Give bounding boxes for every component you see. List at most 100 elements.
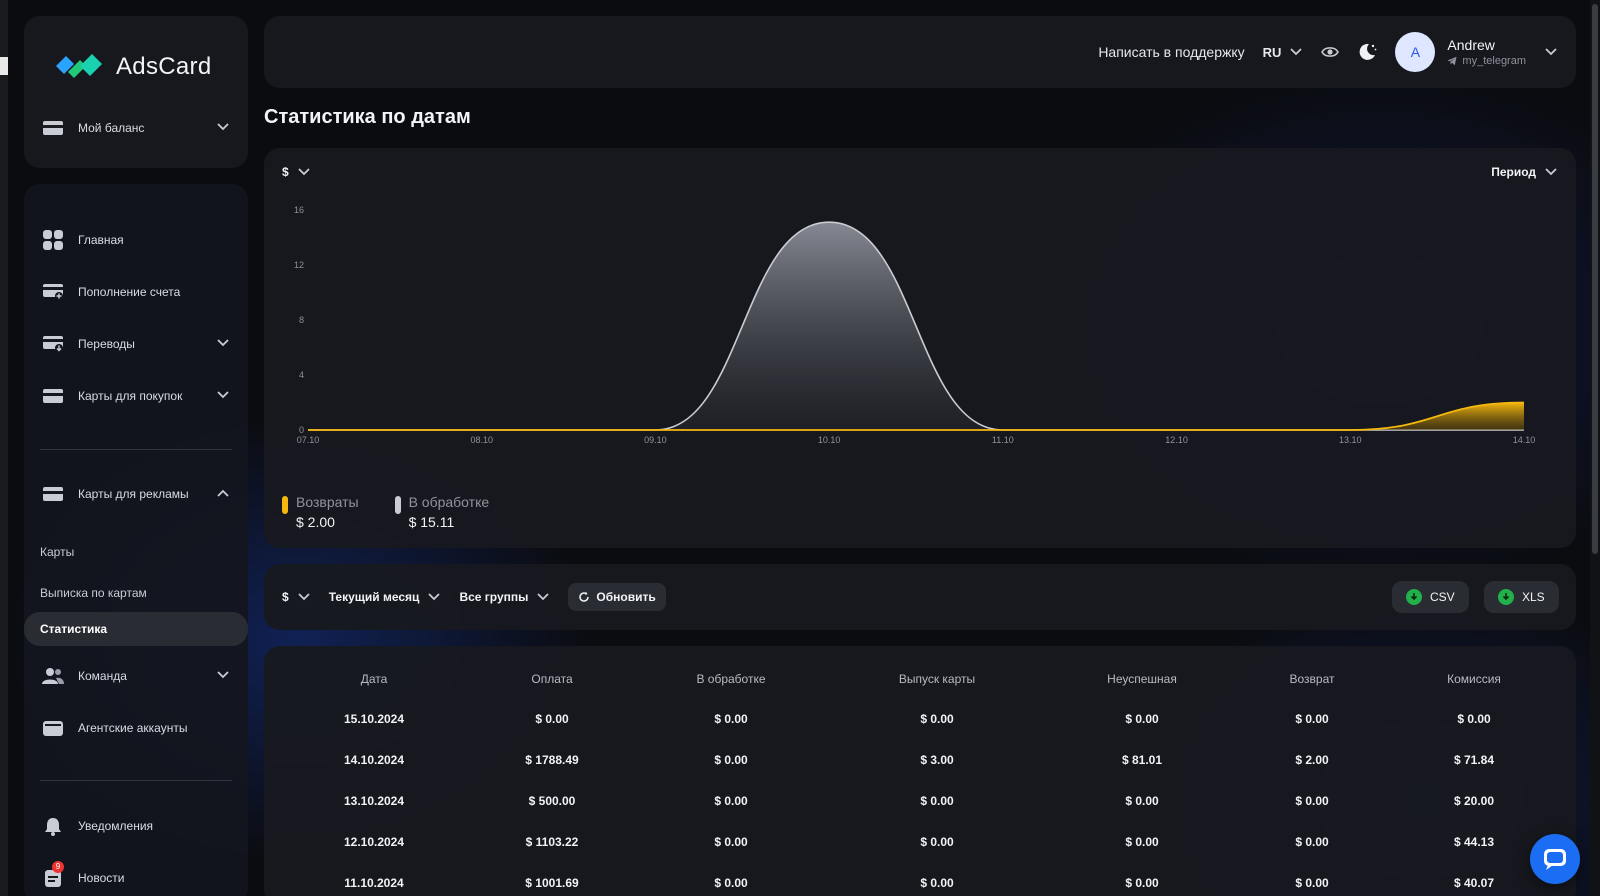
groups-filter[interactable]: Все группы <box>459 590 550 604</box>
sidebar-item-ad-cards[interactable]: Карты для рекламы <box>40 474 232 514</box>
cell: $ 0.00 <box>1295 793 1329 808</box>
cell: $ 3.00 <box>920 752 954 767</box>
sidebar-item-label: Новости <box>78 871 125 885</box>
y-tick-label: 16 <box>294 205 304 215</box>
stats-table-card: Дата Оплата В обработке Выпуск карты Неу… <box>264 646 1576 896</box>
cell: $ 0.00 <box>714 875 748 890</box>
cell: $ 2.00 <box>1295 752 1329 767</box>
news-badge: 9 <box>52 861 64 873</box>
month-filter[interactable]: Текущий месяц <box>329 590 442 604</box>
balance-label: Мой баланс <box>78 121 145 135</box>
period-select[interactable]: Период <box>1491 165 1558 179</box>
user-telegram-handle: my_telegram <box>1462 55 1526 67</box>
sidebar-item-label: Пополнение счета <box>78 285 181 299</box>
col-commission[interactable]: Комиссия <box>1372 660 1576 698</box>
cell: $ 0.00 <box>1295 834 1329 849</box>
x-tick-label: 12.10 <box>1165 435 1188 445</box>
team-icon <box>42 665 64 687</box>
legend-item-processing: В обработке $ 15.11 <box>394 494 489 530</box>
sidebar-item-home[interactable]: Главная <box>40 220 232 260</box>
chevron-down-icon <box>537 593 550 601</box>
cell: $ 0.00 <box>920 711 954 726</box>
cell: $ 0.00 <box>714 834 748 849</box>
legend-swatch <box>282 496 288 514</box>
month-filter-value: Текущий месяц <box>328 590 420 604</box>
cell: $ 20.00 <box>1453 793 1495 808</box>
x-tick-label: 07.10 <box>297 435 320 445</box>
legend-name: Возвраты <box>296 494 359 510</box>
table-row: 12.10.2024 $ 1103.22 $ 0.00 $ 0.00 $ 0.0… <box>264 821 1576 862</box>
cell: $ 0.00 <box>1125 834 1159 849</box>
x-tick-label: 14.10 <box>1513 435 1536 445</box>
col-date[interactable]: Дата <box>264 660 484 698</box>
sidebar-subitem-statement[interactable]: Выписка по картам <box>40 586 147 600</box>
language-select[interactable]: RU <box>1263 45 1304 60</box>
xls-label: XLS <box>1522 590 1545 604</box>
export-csv-button[interactable]: CSV <box>1392 581 1469 613</box>
page-scrollbar[interactable] <box>1590 0 1600 896</box>
col-refund[interactable]: Возврат <box>1252 660 1372 698</box>
export-xls-button[interactable]: XLS <box>1484 581 1559 613</box>
moon-icon[interactable] <box>1357 42 1377 62</box>
sidebar-nav: Главная Пополнение счета Переводы Карты … <box>24 184 248 896</box>
wallet-card-icon <box>42 117 64 139</box>
cell: $ 1103.22 <box>525 834 579 849</box>
refresh-button[interactable]: Обновить <box>568 583 666 611</box>
y-tick-label: 4 <box>299 370 304 380</box>
sidebar-item-label: Команда <box>78 669 127 683</box>
sidebar-item-news[interactable]: 9 Новости <box>40 858 232 896</box>
cell: 13.10.2024 <box>343 793 405 808</box>
chevron-up-icon <box>217 489 229 497</box>
sidebar-item-agency-accounts[interactable]: Агентские аккаунты <box>40 708 232 748</box>
sidebar-item-topup[interactable]: Пополнение счета <box>40 272 232 312</box>
col-failed[interactable]: Неуспешная <box>1032 660 1252 698</box>
legend-item-returns: Возвраты $ 2.00 <box>282 494 359 530</box>
col-payment[interactable]: Оплата <box>484 660 620 698</box>
sidebar-header: AdsCard Мой баланс <box>24 16 248 168</box>
chevron-down-icon <box>1290 48 1303 56</box>
period-value: Период <box>1491 165 1536 179</box>
col-processing[interactable]: В обработке <box>620 660 842 698</box>
user-info[interactable]: Andrew my_telegram <box>1447 37 1526 67</box>
filter-bar: $ Текущий месяц Все группы Обновить CSV … <box>264 564 1576 630</box>
x-tick-label: 11.10 <box>992 435 1014 445</box>
bell-icon <box>42 815 64 837</box>
cell: $ 0.00 <box>1457 711 1491 726</box>
chevron-down-icon <box>217 123 229 131</box>
csv-label: CSV <box>1430 590 1455 604</box>
chat-button[interactable] <box>1530 834 1580 884</box>
col-card-issue[interactable]: Выпуск карты <box>842 660 1032 698</box>
download-icon <box>1406 589 1422 605</box>
card-icon <box>42 385 64 407</box>
refresh-label: Обновить <box>596 590 656 604</box>
chart-currency-select[interactable]: $ <box>282 165 311 179</box>
legend-swatch <box>394 496 401 514</box>
x-tick-label: 08.10 <box>470 435 493 445</box>
sidebar-subitem-statistics[interactable]: Статистика <box>24 612 248 646</box>
brand-logo[interactable]: AdsCard <box>54 52 211 82</box>
sidebar-subitem-cards[interactable]: Карты <box>40 545 74 559</box>
y-tick-label: 8 <box>299 315 304 325</box>
card-icon <box>42 483 64 505</box>
support-link[interactable]: Написать в поддержку <box>1098 44 1244 60</box>
edge-mark <box>0 57 8 75</box>
cell: 15.10.2024 <box>343 711 405 726</box>
user-name: Andrew <box>1447 37 1495 53</box>
chart-card: $ Период 0 4 8 12 16 07.10 08.10 09.10 10.10 11.1… <box>264 148 1576 548</box>
cell: $ 500.00 <box>528 793 576 808</box>
sidebar-item-transfers[interactable]: Переводы <box>40 324 232 364</box>
eye-icon[interactable] <box>1321 43 1340 61</box>
sidebar-item-notifications[interactable]: Уведомления <box>40 806 232 846</box>
sidebar-item-purchase-cards[interactable]: Карты для покупок <box>40 376 232 416</box>
cell: $ 1001.69 <box>525 875 579 890</box>
chevron-down-icon[interactable] <box>1544 45 1558 59</box>
scrollbar-thumb[interactable] <box>1592 4 1598 554</box>
stats-table: Дата Оплата В обработке Выпуск карты Неу… <box>264 660 1576 896</box>
sidebar-divider <box>40 780 232 781</box>
cell: $ 0.00 <box>1125 875 1159 890</box>
balance-dropdown[interactable]: Мой баланс <box>40 108 232 148</box>
cell: $ 71.84 <box>1453 752 1495 767</box>
sidebar-item-team[interactable]: Команда <box>40 656 232 696</box>
currency-filter[interactable]: $ <box>282 590 311 604</box>
avatar[interactable]: A <box>1395 32 1436 72</box>
